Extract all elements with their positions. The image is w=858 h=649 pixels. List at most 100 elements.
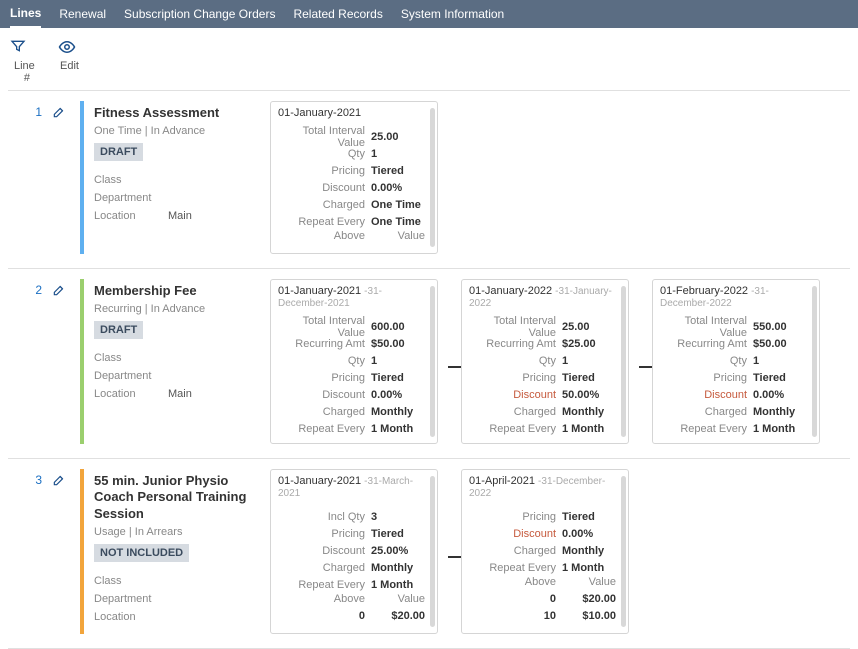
card-row-value: 1 Month [562,423,620,435]
card-row-label: Repeat Every [470,423,562,435]
card-row-label: Charged [279,406,371,418]
tier-value: $20.00 [562,593,620,610]
card-row-value: 1 Month [562,562,620,574]
card-start-date: 01-February-2022 [660,285,748,297]
interval-card: 01-April-2021-31-December-2022PricingTie… [461,469,629,634]
edit-pencil-icon[interactable] [52,283,80,297]
card-row-label: Repeat Every [279,216,371,228]
card-scrollbar[interactable] [621,286,626,437]
eye-icon[interactable] [58,38,76,56]
cards-column: 01-January-2021 Total Interval Value25.00… [270,101,850,254]
card-row-value: 25.00% [371,545,429,557]
card-row-label: Charged [279,562,371,574]
card-start-date: 01-January-2021 [278,475,361,487]
card-row-label: Discount [470,389,562,401]
card-row-value: One Time [371,199,429,211]
product-subtitle: Recurring | In Advance [94,303,256,315]
interval-card: 01-January-2021-31-December-2021Total In… [270,279,438,444]
product-title: Fitness Assessment [94,105,256,121]
card-row-value: 1 Month [371,579,429,591]
product-title: Membership Fee [94,283,256,299]
card-row-value: $25.00 [562,338,620,350]
field-value: Main [168,210,192,222]
tier-value: $10.00 [562,610,620,627]
tier-header-value: Value [371,230,429,247]
product-column: Membership Fee Recurring | In Advance DRAF… [80,279,264,444]
card-row-label: Qty [279,148,371,160]
tab-related-records[interactable]: Related Records [293,1,382,27]
line-number-link[interactable]: 2 [35,279,42,444]
status-badge: DRAFT [94,321,143,339]
card-row-label: Total Interval Value [279,125,371,149]
card-row-value: $50.00 [371,338,429,350]
header-edit: Edit [60,60,80,84]
tier-above: 10 [470,610,562,627]
field-label: Location [94,611,168,623]
field-label: Class [94,174,168,186]
card-row-label: Charged [661,406,753,418]
tab-system-info[interactable]: System Information [401,1,504,27]
card-scrollbar[interactable] [812,286,817,437]
card-start-date: 01-January-2021 [278,107,361,119]
line-number-link[interactable]: 3 [35,469,42,634]
card-row-label: Qty [470,355,562,367]
card-start-date: 01-January-2021 [278,285,361,297]
tab-renewal[interactable]: Renewal [59,1,106,27]
card-scrollbar[interactable] [621,476,626,627]
interval-card: 01-January-2021 Total Interval Value25.00… [270,101,438,254]
card-row-value: 50.00% [562,389,620,401]
card-row-label: Pricing [279,165,371,177]
card-connector [639,366,653,368]
card-row-value: 25.00 [371,131,429,143]
card-row-label: Discount [279,545,371,557]
edit-pencil-icon[interactable] [52,105,80,119]
card-connector [448,556,462,558]
card-row-value: 1 [371,355,429,367]
card-row-value: 1 [753,355,811,367]
column-headers: Line # Edit [0,60,858,90]
card-row-value: Monthly [562,545,620,557]
tab-lines[interactable]: Lines [10,0,41,28]
tier-above: 0 [279,610,371,627]
card-row-label: Pricing [279,528,371,540]
product-subtitle: One Time | In Advance [94,125,256,137]
card-start-date: 01-January-2022 [469,285,552,297]
filter-icon[interactable] [10,38,28,56]
card-row-label: Discount [661,389,753,401]
tier-above: 0 [470,593,562,610]
card-row-label: Discount [279,389,371,401]
card-row-value: 0.00% [371,389,429,401]
card-row-value: 550.00 [753,321,811,333]
cards-column: 01-January-2021-31-December-2021Total In… [270,279,850,444]
line-number-link[interactable]: 1 [35,101,42,254]
card-row-label: Pricing [470,372,562,384]
card-row-label: Charged [279,199,371,211]
header-line-number: Line # [10,60,30,84]
card-scrollbar[interactable] [430,476,435,627]
edit-pencil-icon[interactable] [52,473,80,487]
card-row-value: 0.00% [753,389,811,401]
interval-card: 01-January-2022-31-January-2022Total Int… [461,279,629,444]
card-connector [448,366,462,368]
card-scrollbar[interactable] [430,108,435,247]
interval-card: 01-January-2021-31-March-2021Incl Qty3Pr… [270,469,438,634]
card-row-label: Discount [470,528,562,540]
card-row-value: Tiered [371,165,429,177]
card-row-label: Recurring Amt [279,338,371,350]
card-row-label: Recurring Amt [661,338,753,350]
card-row-value: Monthly [562,406,620,418]
card-row-value: Tiered [562,511,620,523]
card-row-label: Repeat Every [279,579,371,591]
card-row-label: Qty [279,355,371,367]
card-scrollbar[interactable] [430,286,435,437]
field-label: Department [94,593,168,605]
tab-change-orders[interactable]: Subscription Change Orders [124,1,275,27]
card-row-label: Repeat Every [661,423,753,435]
field-label: Location [94,210,168,222]
card-row-label: Charged [470,545,562,557]
field-label: Location [94,388,168,400]
interval-card: 01-February-2022-31-December-2022Total I… [652,279,820,444]
card-row-label: Total Interval Value [279,315,371,339]
card-row-value: One Time [371,216,429,228]
tier-header-value: Value [562,576,620,593]
